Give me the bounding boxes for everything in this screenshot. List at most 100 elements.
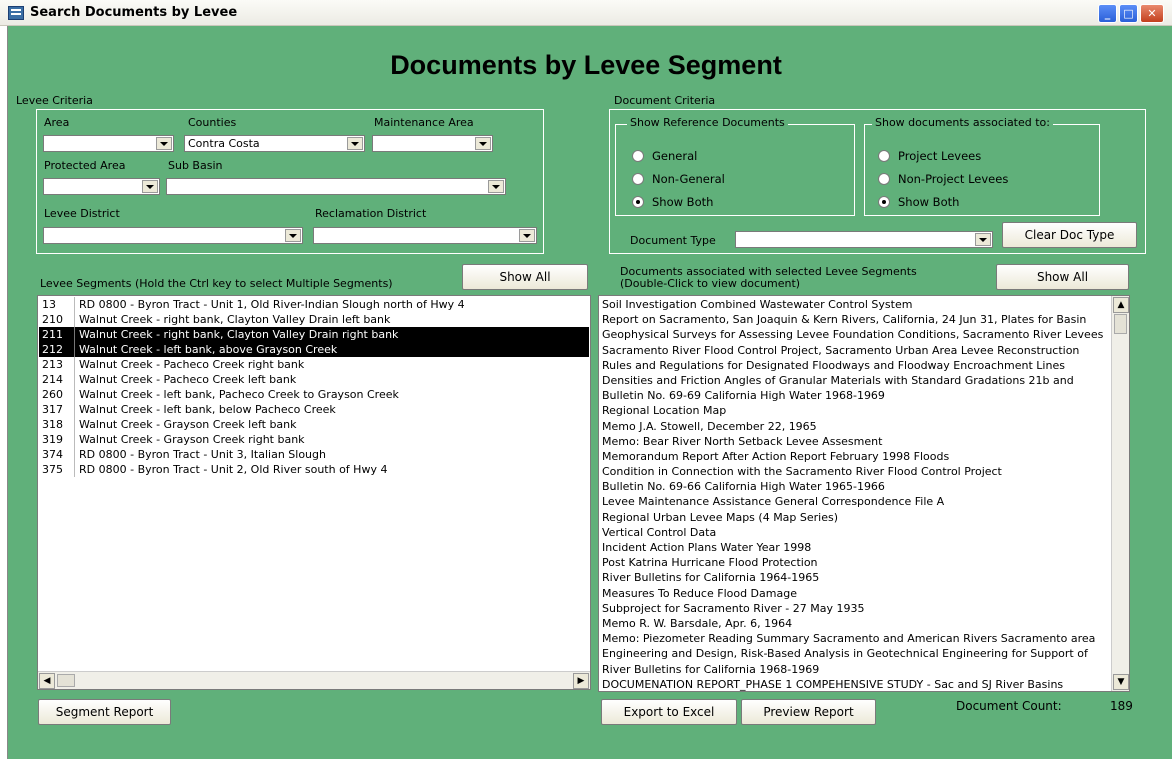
chevron-down-icon[interactable] — [156, 137, 172, 150]
reference-docs-radio-0[interactable] — [632, 149, 644, 162]
segment-row[interactable]: 260 Walnut Creek - left bank, Pacheco Cre… — [39, 387, 589, 402]
documents-list[interactable]: Soil Investigation Combined Wastewater C… — [598, 295, 1130, 692]
associated-docs-option-label: Non-Project Levees — [898, 171, 1009, 186]
segment-id: 318 — [39, 417, 75, 432]
segment-row[interactable]: 375 RD 0800 - Byron Tract - Unit 2, Old R… — [39, 462, 589, 477]
document-row[interactable]: Memorandum Report After Action Report Fe… — [600, 449, 1112, 464]
associated-docs-title: Show documents associated to: — [872, 116, 1053, 129]
document-row[interactable]: Soil Investigation Combined Wastewater C… — [600, 297, 1112, 312]
scroll-right-icon[interactable]: ▶ — [573, 673, 589, 689]
levee-segments-list[interactable]: 13 RD 0800 - Byron Tract - Unit 1, Old Ri… — [37, 295, 591, 690]
document-row[interactable]: Bulletin No. 69-69 California High Water… — [600, 388, 1112, 403]
associated-docs-option-0[interactable]: Project Levees — [878, 144, 1088, 167]
scroll-thumb[interactable] — [57, 674, 75, 687]
document-row[interactable]: Rules and Regulations for Designated Flo… — [600, 358, 1112, 373]
protected-area-combo[interactable] — [43, 178, 160, 195]
levee-district-combo[interactable] — [43, 227, 303, 244]
document-row[interactable]: Geophysical Surveys for Assessing Levee … — [600, 327, 1112, 342]
document-row[interactable]: Report on Sacramento, San Joaquin & Kern… — [600, 312, 1112, 327]
document-row[interactable]: Vertical Control Data — [600, 525, 1112, 540]
segments-hscrollbar[interactable]: ◀ ▶ — [38, 671, 590, 689]
segment-row[interactable]: 13 RD 0800 - Byron Tract - Unit 1, Old Ri… — [39, 297, 589, 312]
chevron-down-icon[interactable] — [475, 137, 491, 150]
document-type-label: Document Type — [630, 234, 716, 247]
associated-docs-radio-2[interactable] — [878, 195, 890, 208]
reference-docs-options: General Non-General Show Both — [632, 144, 832, 213]
associated-docs-option-1[interactable]: Non-Project Levees — [878, 167, 1088, 190]
segment-id: 317 — [39, 402, 75, 417]
document-row[interactable]: Densities and Friction Angles of Granula… — [600, 373, 1112, 388]
document-row[interactable]: Sacramento River Flood Control Project, … — [600, 343, 1112, 358]
segment-row[interactable]: 374 RD 0800 - Byron Tract - Unit 3, Itali… — [39, 447, 589, 462]
area-combo[interactable] — [43, 135, 174, 152]
window-titlebar[interactable]: Search Documents by Levee _ □ ✕ — [0, 0, 1172, 26]
document-row[interactable]: River Bulletins for California 1964-1965 — [600, 570, 1112, 585]
maximize-button[interactable]: □ — [1119, 4, 1138, 23]
chevron-down-icon[interactable] — [975, 233, 991, 246]
document-row[interactable]: Condition in Connection with the Sacrame… — [600, 464, 1112, 479]
segment-id: 13 — [39, 297, 75, 312]
documents-label-line2: (Double-Click to view document) — [620, 277, 801, 290]
segment-row[interactable]: 212 Walnut Creek - left bank, above Grays… — [39, 342, 589, 357]
reference-docs-option-2[interactable]: Show Both — [632, 190, 832, 213]
minimize-button[interactable]: _ — [1098, 4, 1117, 23]
segment-row[interactable]: 317 Walnut Creek - left bank, below Pache… — [39, 402, 589, 417]
document-row[interactable]: Incident Action Plans Water Year 1998 — [600, 540, 1112, 555]
reference-docs-radio-1[interactable] — [632, 172, 644, 185]
document-row[interactable]: Post Katrina Hurricane Flood Protection — [600, 555, 1112, 570]
segment-name: Walnut Creek - left bank, Pacheco Creek … — [79, 388, 399, 401]
documents-vscrollbar[interactable]: ▲ ▼ — [1111, 296, 1129, 691]
document-row[interactable]: Levee Maintenance Assistance General Cor… — [600, 494, 1112, 509]
associated-docs-option-2[interactable]: Show Both — [878, 190, 1088, 213]
reference-docs-option-1[interactable]: Non-General — [632, 167, 832, 190]
segment-id: 260 — [39, 387, 75, 402]
clear-doc-type-button[interactable]: Clear Doc Type — [1002, 222, 1137, 248]
document-row[interactable]: Memo: Piezometer Reading Summary Sacrame… — [600, 631, 1112, 646]
document-row[interactable]: Subproject for Sacramento River - 27 May… — [600, 601, 1112, 616]
segment-row[interactable]: 213 Walnut Creek - Pacheco Creek right ba… — [39, 357, 589, 372]
maintenance-area-combo[interactable] — [372, 135, 493, 152]
segment-name: Walnut Creek - Grayson Creek right bank — [79, 433, 305, 446]
document-row[interactable]: Measures To Reduce Flood Damage — [600, 586, 1112, 601]
associated-docs-radio-1[interactable] — [878, 172, 890, 185]
preview-report-button[interactable]: Preview Report — [741, 699, 876, 725]
reclamation-district-combo[interactable] — [313, 227, 537, 244]
segment-row[interactable]: 211 Walnut Creek - right bank, Clayton Va… — [39, 327, 589, 342]
reference-docs-radio-2[interactable] — [632, 195, 644, 208]
chevron-down-icon[interactable] — [142, 180, 158, 193]
document-row[interactable]: Engineering and Design, Risk-Based Analy… — [600, 646, 1112, 661]
scroll-left-icon[interactable]: ◀ — [39, 673, 55, 689]
chevron-down-icon[interactable] — [488, 180, 504, 193]
segment-row[interactable]: 214 Walnut Creek - Pacheco Creek left ban… — [39, 372, 589, 387]
segment-row[interactable]: 318 Walnut Creek - Grayson Creek left ban… — [39, 417, 589, 432]
document-row[interactable]: Memo: Bear River North Setback Levee Ass… — [600, 434, 1112, 449]
chevron-down-icon[interactable] — [285, 229, 301, 242]
associated-docs-options: Project Levees Non-Project Levees Show Bot… — [878, 144, 1088, 213]
export-to-excel-button[interactable]: Export to Excel — [601, 699, 737, 725]
document-row[interactable]: Memo R. W. Barsdale, Apr. 6, 1964 — [600, 616, 1112, 631]
segments-show-all-button[interactable]: Show All — [462, 264, 588, 290]
close-button[interactable]: ✕ — [1140, 4, 1164, 23]
segment-report-button[interactable]: Segment Report — [38, 699, 171, 725]
scroll-down-icon[interactable]: ▼ — [1113, 674, 1129, 690]
chevron-down-icon[interactable] — [519, 229, 535, 242]
chevron-down-icon[interactable] — [347, 137, 363, 150]
document-row[interactable]: Memo J.A. Stowell, December 22, 1965 — [600, 419, 1112, 434]
document-row[interactable]: Regional Urban Levee Maps (4 Map Series) — [600, 510, 1112, 525]
segment-row[interactable]: 319 Walnut Creek - Grayson Creek right ba… — [39, 432, 589, 447]
associated-docs-radio-0[interactable] — [878, 149, 890, 162]
associated-docs-option-label: Show Both — [898, 194, 960, 209]
document-type-combo[interactable] — [735, 231, 993, 248]
scroll-up-icon[interactable]: ▲ — [1113, 297, 1129, 313]
segment-row[interactable]: 210 Walnut Creek - right bank, Clayton Va… — [39, 312, 589, 327]
reference-docs-option-0[interactable]: General — [632, 144, 832, 167]
sub-basin-combo[interactable] — [166, 178, 506, 195]
document-row[interactable]: Regional Location Map — [600, 403, 1112, 418]
scroll-thumb[interactable] — [1114, 314, 1127, 334]
area-label: Area — [44, 116, 70, 129]
documents-show-all-button[interactable]: Show All — [996, 264, 1129, 290]
document-row[interactable]: DOCUMENATION REPORT_PHASE 1 COMPEHENSIVE… — [600, 677, 1112, 691]
counties-combo[interactable]: Contra Costa — [184, 135, 365, 152]
document-row[interactable]: River Bulletins for California 1968-1969 — [600, 662, 1112, 677]
document-row[interactable]: Bulletin No. 69-66 California High Water… — [600, 479, 1112, 494]
